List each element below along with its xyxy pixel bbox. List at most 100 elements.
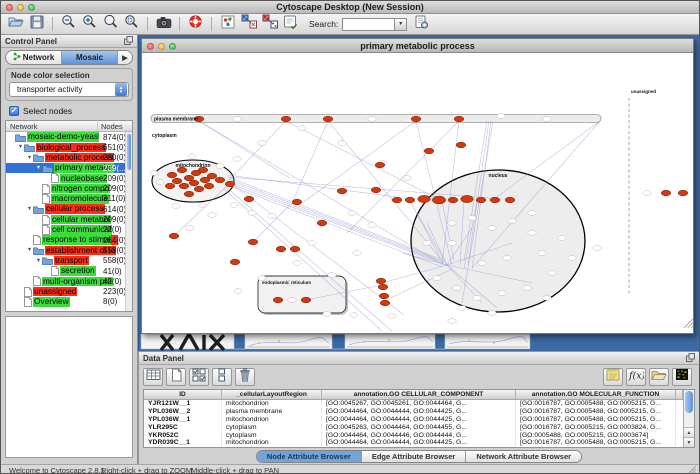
network-node-selected-color[interactable]: [244, 196, 254, 202]
table-cell[interactable]: [GO:0044464, GO:0044444, GO:0044425, G..…: [322, 439, 516, 446]
network-tree-row[interactable]: mosaic-demo-yeast874(0): [6, 132, 132, 142]
network-node[interactable]: [543, 117, 551, 122]
resize-grip[interactable]: [688, 466, 696, 474]
network-node-selected-color[interactable]: [337, 188, 347, 194]
table-cell[interactable]: YJR121W__1: [144, 400, 222, 407]
network-node-selected-color[interactable]: [276, 246, 286, 252]
network-node[interactable]: [368, 223, 376, 228]
network-canvas[interactable]: plasma membranecytoplasmmitochondrionnuc…: [142, 53, 693, 333]
tree-expand-icon[interactable]: ▼: [35, 258, 42, 264]
snapshot-button[interactable]: [153, 15, 174, 33]
network-node-selected-color[interactable]: [505, 197, 515, 203]
tree-scrollbar[interactable]: [125, 132, 132, 311]
network-node-selected-color[interactable]: [380, 300, 390, 306]
table-cell[interactable]: [GO:0016787, GO:0005488, GO:0005215, G..…: [516, 400, 676, 407]
tree-column-nodes[interactable]: Nodes: [98, 122, 123, 131]
network-tree-row[interactable]: secretion41(0): [6, 266, 132, 276]
network-node-selected-color[interactable]: [411, 116, 421, 122]
network-tree-row[interactable]: ▼primary metabo209(...: [6, 163, 132, 173]
edit-attributes-button[interactable]: [280, 15, 301, 33]
network-tree-row[interactable]: ▼establishment of lo558(0): [6, 245, 132, 255]
table-cell[interactable]: [GO:0044464, GO:0044446, GO:0044444, G..…: [322, 432, 516, 439]
network-node[interactable]: [528, 211, 536, 216]
network-node[interactable]: [488, 226, 496, 231]
network-view-titlebar[interactable]: primary metabolic process: [142, 39, 693, 53]
network-node[interactable]: [308, 241, 316, 246]
table-cell[interactable]: [GO:0044464, GO:0044444, GO:0044425, G..…: [322, 416, 516, 423]
node-color-dropdown[interactable]: transporter activity ▲▼: [9, 82, 129, 97]
network-node[interactable]: [216, 164, 224, 169]
network-node[interactable]: [350, 313, 358, 318]
network-node-selected-color[interactable]: [230, 259, 240, 265]
table-row[interactable]: YKR052Ccytoplasm[GO:0044464, GO:0044446,…: [144, 431, 683, 439]
attribute-editor-button[interactable]: [603, 368, 623, 386]
network-tree-row[interactable]: nitrogen compo209(0): [6, 183, 132, 193]
close-button[interactable]: [6, 4, 13, 11]
network-node[interactable]: [508, 219, 516, 224]
network-node[interactable]: [388, 314, 396, 319]
network-node[interactable]: [558, 236, 566, 241]
plugin-network-button-1[interactable]: [238, 15, 259, 33]
tree-expand-icon[interactable]: ▼: [26, 247, 33, 253]
network-node-selected-color[interactable]: [225, 181, 235, 187]
attribute-matrix-button[interactable]: [672, 368, 692, 386]
network-node[interactable]: [248, 211, 256, 216]
network-tree-row[interactable]: ▼biological_process651(0): [6, 142, 132, 152]
network-node-selected-color[interactable]: [678, 190, 688, 196]
network-node-selected-color[interactable]: [204, 183, 214, 189]
unselect-attributes-button[interactable]: [212, 368, 232, 386]
network-node-selected-color[interactable]: [317, 220, 327, 226]
table-row[interactable]: YPL036W__2plasma membrane[GO:0044464, GO…: [144, 408, 683, 416]
network-node[interactable]: [643, 191, 651, 196]
network-node[interactable]: [543, 296, 551, 301]
minimize-button[interactable]: [158, 43, 165, 50]
birdseye-view[interactable]: [5, 316, 133, 458]
vizmapper-button[interactable]: [217, 15, 238, 33]
network-node[interactable]: [448, 319, 456, 324]
minimize-button[interactable]: [17, 4, 24, 11]
network-node-selected-color[interactable]: [448, 197, 458, 203]
tree-scrollbar-thumb[interactable]: [127, 134, 131, 170]
network-node-selected-color[interactable]: [167, 172, 177, 178]
table-cell[interactable]: [GO:0016787, GO:0005488, GO:0005215, G..…: [516, 416, 676, 423]
network-node-selected-color[interactable]: [376, 278, 386, 284]
network-tree-row[interactable]: nucleobase-209(0): [6, 173, 132, 183]
network-node[interactable]: [403, 176, 411, 181]
select-nodes-checkbox[interactable]: ✓: [9, 106, 19, 116]
zoom-out-button[interactable]: [58, 15, 79, 33]
table-cell[interactable]: [GO:0016787, GO:0005215, GO:0003824, G..…: [516, 424, 676, 431]
network-tree-row[interactable]: multi-organism pro42(0): [6, 276, 132, 286]
table-cell[interactable]: [GO:0044464, GO:0044444, GO:0044425, G..…: [322, 408, 516, 415]
network-node[interactable]: [433, 276, 441, 281]
scroll-down-icon[interactable]: ▼: [684, 437, 694, 447]
network-node-selected-color[interactable]: [179, 183, 189, 189]
network-node[interactable]: [528, 231, 536, 236]
zoom-in-button[interactable]: [79, 15, 100, 33]
network-node-selected-color[interactable]: [273, 297, 283, 303]
network-node[interactable]: [353, 251, 361, 256]
tab-network-attribute-browser[interactable]: Network Attribute Browser: [466, 451, 581, 462]
network-node-selected-color[interactable]: [418, 195, 430, 202]
network-node-selected-color[interactable]: [323, 116, 333, 122]
network-node[interactable]: [423, 241, 431, 246]
network-node[interactable]: [233, 157, 241, 162]
network-node[interactable]: [172, 204, 180, 209]
window-resize-grip[interactable]: [684, 315, 693, 333]
network-node-selected-color[interactable]: [424, 148, 434, 154]
network-node[interactable]: [208, 213, 216, 218]
zoom-window-button[interactable]: [28, 4, 35, 11]
column-header[interactable]: annotation.GO MOLECULAR_FUNCTION: [516, 390, 676, 399]
network-node-selected-color[interactable]: [461, 195, 473, 202]
network-node[interactable]: [497, 114, 505, 119]
table-row[interactable]: YLR295Ccytoplasm[GO:0045263, GO:0044464,…: [144, 423, 683, 431]
network-tree-row[interactable]: macromolecule311(0): [6, 194, 132, 204]
network-view-window[interactable]: primary metabolic process plasma membran…: [141, 38, 694, 334]
network-node[interactable]: [453, 286, 461, 291]
network-node-selected-color[interactable]: [248, 239, 258, 245]
table-cell[interactable]: [GO:0016787, GO:0005488, GO:0005215, G..…: [516, 408, 676, 415]
network-node-selected-color[interactable]: [456, 142, 466, 148]
delete-attribute-button[interactable]: [235, 368, 255, 386]
network-tree-row[interactable]: ▼cellular process614(0): [6, 204, 132, 214]
network-tree-row[interactable]: cell communicat22(0): [6, 225, 132, 235]
network-node[interactable]: [234, 289, 242, 294]
